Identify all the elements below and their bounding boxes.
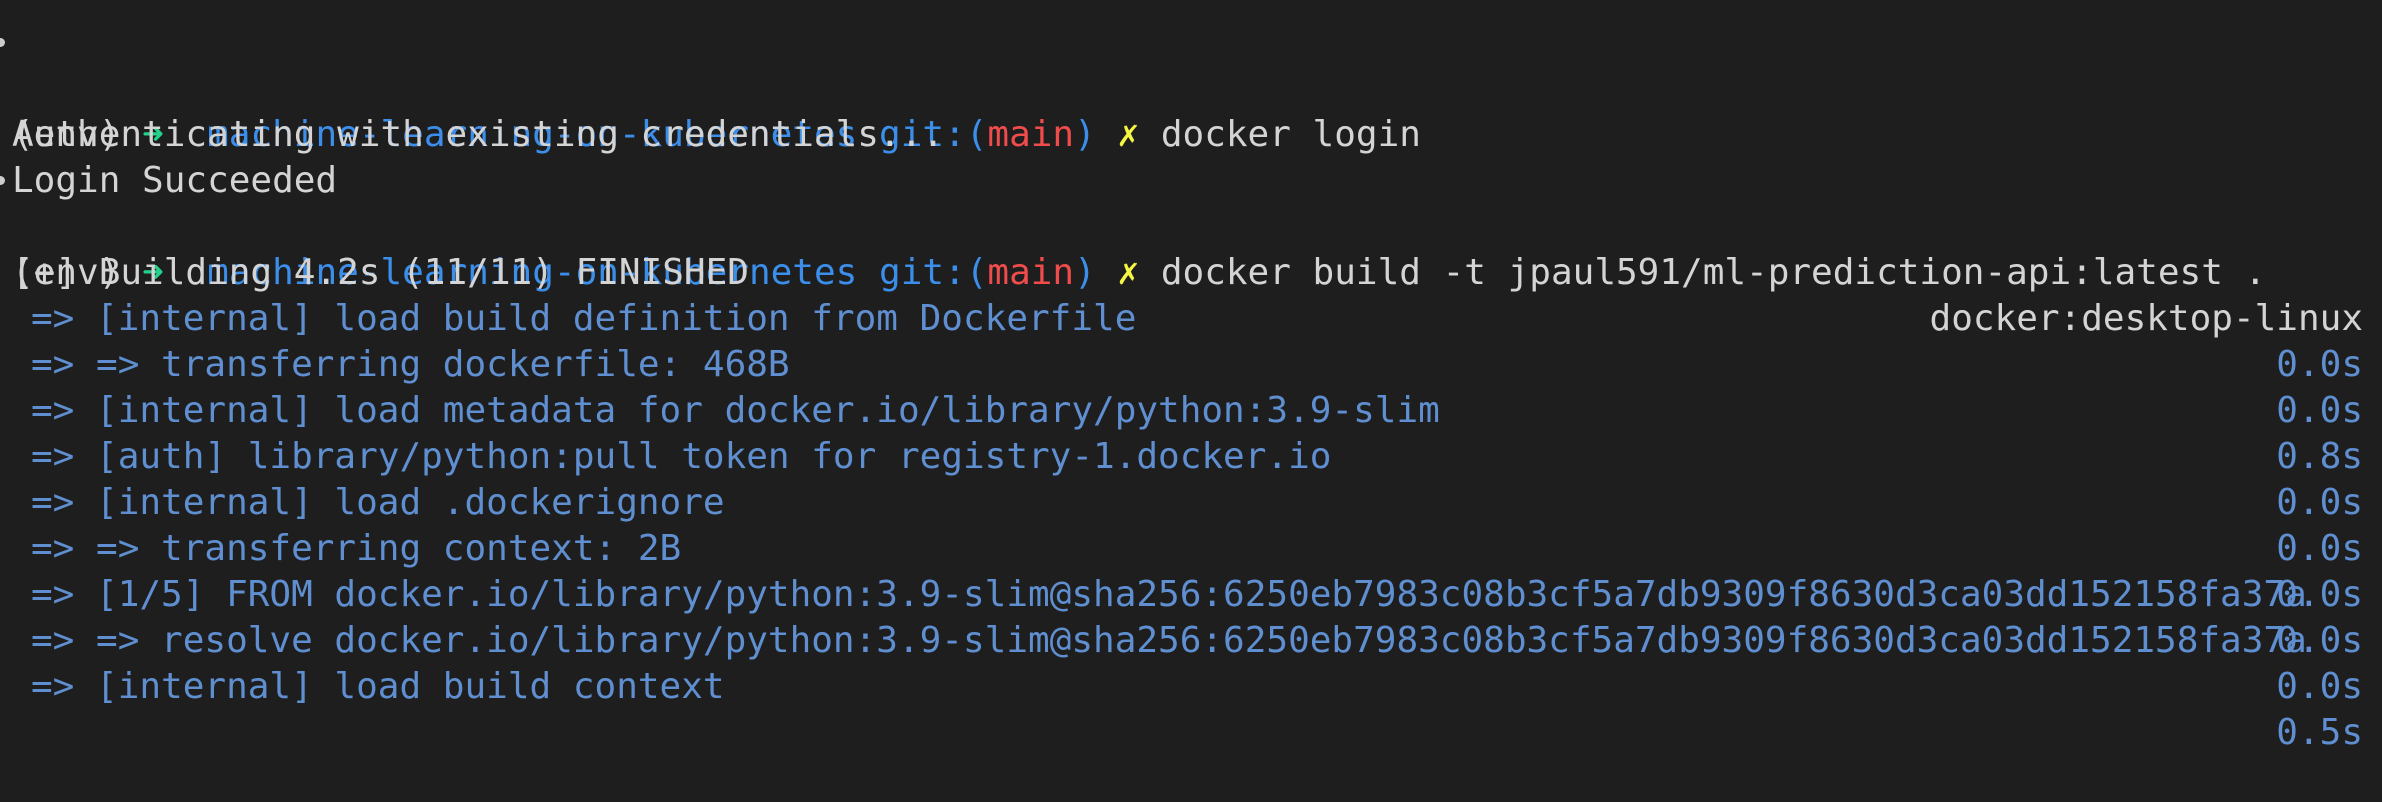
build-step: => [internal] load build definition from… bbox=[0, 250, 2382, 385]
build-step: => [internal] load .dockerignore 0.0s bbox=[0, 434, 2382, 569]
prompt-line: (env) ➜ machine-learning-on-kubernetes g… bbox=[0, 158, 2382, 293]
build-step: => [1/5] FROM docker.io/library/python:3… bbox=[0, 526, 2382, 661]
build-step-text: => [internal] load build context bbox=[31, 666, 725, 707]
build-step-time: 0.5s bbox=[2276, 712, 2363, 753]
output-line: Login Succeeded bbox=[0, 112, 2382, 201]
build-step: => [internal] load metadata for docker.i… bbox=[0, 342, 2382, 477]
build-step: => => resolve docker.io/library/python:3… bbox=[0, 572, 2382, 707]
terminal-window[interactable]: (env) ➜ machine-learning-on-kubernetes g… bbox=[0, 0, 2382, 753]
build-step: => [internal] load build context 0.5s bbox=[0, 618, 2382, 753]
build-header: [+] Building 4.2s (11/11) FINISHED docke… bbox=[0, 204, 2382, 339]
build-step: => => transferring context: 2B 0.0s bbox=[0, 480, 2382, 615]
prompt-marker-icon bbox=[0, 38, 5, 47]
build-step-time: 0.0s bbox=[2276, 666, 2363, 707]
output-line: Authenticating with existing credentials… bbox=[0, 66, 2382, 155]
build-step: => => transferring dockerfile: 468B 0.0s bbox=[0, 296, 2382, 431]
prompt-line: (env) ➜ machine-learning-on-kubernetes g… bbox=[0, 20, 2382, 155]
prompt-marker-icon bbox=[0, 176, 5, 185]
build-step: => [auth] library/python:pull token for … bbox=[0, 388, 2382, 523]
